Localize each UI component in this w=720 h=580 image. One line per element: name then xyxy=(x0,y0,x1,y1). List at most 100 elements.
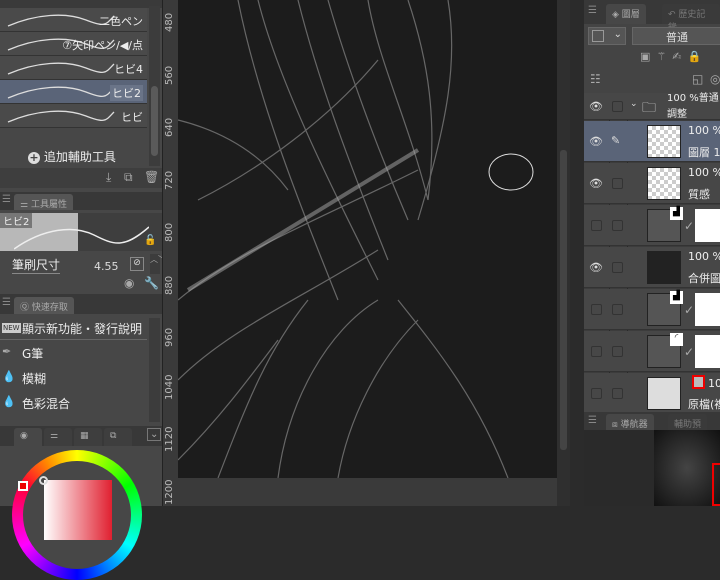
visibility-toggle[interactable] xyxy=(591,219,602,231)
chevron-down-icon[interactable]: ⌄ xyxy=(630,99,638,109)
visibility-toggle[interactable] xyxy=(591,345,602,357)
duplicate-icon[interactable]: ⧉ xyxy=(124,170,133,185)
layer-thumbnail xyxy=(647,125,681,158)
list-item[interactable]: ✒ G筆 xyxy=(0,341,147,365)
layer-row[interactable]: ▟ ✓ xyxy=(584,289,720,330)
check-icon: ✓ xyxy=(684,303,695,317)
sliders-icon: ⚌ xyxy=(20,200,29,210)
color-tabs: ◉ ⚌ ▦ ⧉ ⌄ xyxy=(0,426,162,446)
ruler-label: 1040 xyxy=(164,374,175,400)
color-wheel[interactable] xyxy=(12,450,142,580)
canvas[interactable] xyxy=(178,0,557,478)
lock-toggle[interactable] xyxy=(612,387,623,399)
list-item[interactable]: 💧 色彩混合 xyxy=(0,391,147,415)
tab-tool-property[interactable]: ⚌ 工具屬性 xyxy=(14,194,73,210)
tab-layer[interactable]: ◈ 圖層 xyxy=(606,4,646,24)
menu-icon[interactable]: ☰ xyxy=(2,194,11,205)
canvas-background xyxy=(178,478,557,506)
add-sub-tool-button[interactable]: + 追加輔助工具 xyxy=(28,148,116,165)
sub-tool-item[interactable]: ヒビ2 xyxy=(0,80,147,104)
lock-toggle[interactable] xyxy=(612,303,623,315)
navigator-viewport[interactable] xyxy=(712,463,720,506)
sv-picker[interactable] xyxy=(39,476,48,485)
tab-history[interactable]: ↶ 歷史記錄 xyxy=(662,4,720,33)
saturation-value-square[interactable] xyxy=(44,480,112,540)
eye-icon[interactable]: 👁 xyxy=(589,100,603,113)
tab-intermediate-color[interactable]: ⧉ xyxy=(104,428,132,446)
stroke-preview xyxy=(7,86,115,99)
wrench-icon[interactable]: 🔧 xyxy=(144,276,159,290)
ruler-label: 960 xyxy=(164,327,175,347)
sub-tool-scrollbar[interactable] xyxy=(149,6,160,166)
layer-row[interactable]: 👁 ⌄ 🗀 100 %普通 調整 xyxy=(584,93,720,120)
visibility-toggle[interactable] xyxy=(591,387,602,399)
lock-toggle[interactable] xyxy=(612,177,623,189)
brush-preview: ヒビ2 🔓 xyxy=(0,213,162,251)
ruler-label: 1120 xyxy=(164,426,175,452)
layer-color-select[interactable]: ⌄ xyxy=(588,27,626,45)
left-panel: 二色ペン ⑦矢印ペン/◀/点 ヒビ4 ヒビ2 ヒビ + 追加輔助工具 ⤓ ⧉ 🗑 ☰ ⚌… xyxy=(0,0,166,580)
sub-tool-item[interactable]: ⑦矢印ペン/◀/点 xyxy=(0,32,147,56)
sub-tool-item[interactable]: ヒビ4 xyxy=(0,56,147,80)
lock-toggle[interactable] xyxy=(612,345,623,357)
lock-toggle[interactable] xyxy=(612,261,623,273)
quick-access-list: NEW 顯示新功能・發行說明 ✒ G筆 💧 模糊 💧 色彩混合 xyxy=(0,316,162,424)
eye-icon[interactable]: 👁 xyxy=(589,177,603,190)
chevron-down-icon[interactable]: ⌄ xyxy=(147,428,162,441)
menu-icon[interactable]: ☰ xyxy=(588,415,597,426)
stroke-preview xyxy=(7,62,115,75)
tab-quick-access[interactable]: Ⓠ 快速存取 xyxy=(14,297,74,314)
lock-icon[interactable]: 🔓 xyxy=(144,235,156,246)
canvas-scrollbar[interactable] xyxy=(557,0,570,506)
list-item[interactable]: 💧 模糊 xyxy=(0,366,147,390)
target-icon[interactable]: ◉ xyxy=(124,276,134,290)
brush-size-value[interactable]: 4.55 xyxy=(94,260,119,273)
menu-icon[interactable]: ☰ xyxy=(588,5,597,16)
visibility-toggle[interactable] xyxy=(591,303,602,315)
new-layer-icon[interactable]: ◱ xyxy=(692,72,703,86)
vertical-ruler: 480 560 640 720 800 880 960 1040 1120 1200 xyxy=(162,0,178,506)
layer-row[interactable]: ▟ ✓ xyxy=(584,205,720,246)
tab-sub-view[interactable]: 輔助預 xyxy=(668,414,708,430)
eye-icon[interactable]: 👁 xyxy=(589,261,603,274)
layer-row[interactable]: 👁 ✎ 100 % 圖層 1 xyxy=(584,121,720,162)
layers-icon: ◈ xyxy=(612,10,619,20)
size-preset-button[interactable]: ⊘ xyxy=(130,257,144,271)
tab-navigator[interactable]: ⧈ 導航器 xyxy=(606,414,654,430)
size-spinner[interactable]: ︿﹀ xyxy=(150,254,166,274)
import-icon[interactable]: ⤓ xyxy=(106,170,111,185)
tab-color-wheel[interactable]: ◉ xyxy=(14,428,42,446)
brush-cursor xyxy=(488,153,534,191)
curves-icon: ◜ xyxy=(670,333,683,346)
drop-icon: 💧 xyxy=(2,395,16,408)
layer-row[interactable]: 10 原檔(複 xyxy=(584,373,720,414)
eye-icon[interactable]: 👁 xyxy=(589,135,603,148)
layer-lock-icons[interactable]: ▣⚚✍🔒 xyxy=(640,50,707,63)
menu-icon[interactable]: ☰ xyxy=(2,297,11,308)
layer-thumbnail xyxy=(647,377,681,410)
quick-access-scrollbar[interactable] xyxy=(149,318,160,422)
blend-mode-select[interactable]: 普通 xyxy=(632,27,720,45)
pencil-icon: ✎ xyxy=(611,134,621,147)
sub-tool-item[interactable]: 二色ペン xyxy=(0,8,147,32)
tab-color-set[interactable]: ▦ xyxy=(74,428,102,446)
list-item[interactable]: NEW 顯示新功能・發行說明 xyxy=(0,316,147,340)
navigator-preview[interactable] xyxy=(584,430,720,506)
tab-color-slider[interactable]: ⚌ xyxy=(44,428,72,446)
layer-row[interactable]: ◜ ✓ xyxy=(584,331,720,372)
layer-row[interactable]: 👁 100 % 質感 xyxy=(584,163,720,204)
layer-row[interactable]: 👁 100 % 合併圖 xyxy=(584,247,720,288)
layer-property-icon[interactable]: ☷ xyxy=(590,72,601,86)
trash-icon[interactable]: 🗑 xyxy=(144,170,159,184)
ruler-label: 880 xyxy=(164,275,175,295)
hue-picker[interactable] xyxy=(18,481,28,491)
lock-toggle[interactable] xyxy=(612,219,623,231)
drop-icon: 💧 xyxy=(2,370,16,383)
lock-toggle[interactable] xyxy=(612,100,623,112)
sub-tool-item[interactable]: ヒビ xyxy=(0,104,147,128)
plus-icon: + xyxy=(28,151,40,164)
layer-thumbnail xyxy=(647,167,681,200)
new-vector-layer-icon[interactable]: ◎ xyxy=(710,72,720,86)
layer-mask xyxy=(695,209,720,242)
ruler-label: 640 xyxy=(164,117,175,137)
